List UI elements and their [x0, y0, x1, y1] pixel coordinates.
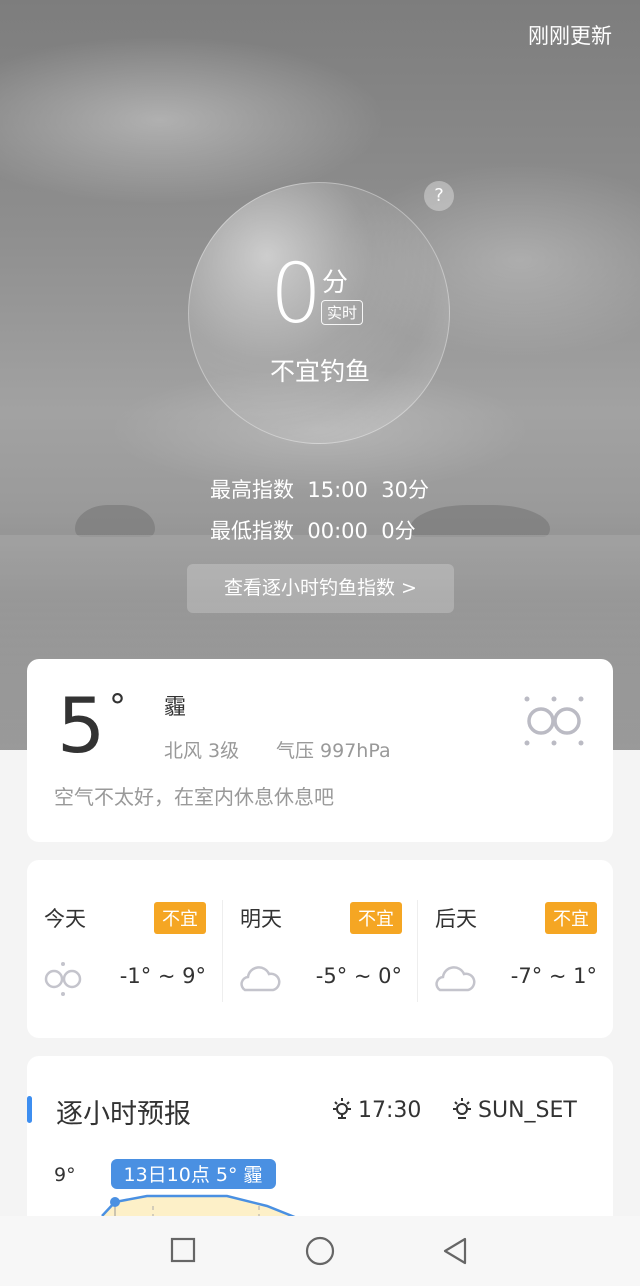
current-temperature: 5	[57, 681, 106, 770]
section-accent	[27, 1096, 32, 1123]
temperature-range: -7° ~ 1°	[510, 964, 597, 988]
score-unit: 分	[322, 268, 349, 298]
fishing-badge: 不宜	[154, 902, 206, 934]
cloud-icon	[240, 966, 281, 992]
system-navigation-bar	[0, 1216, 640, 1286]
cloud-icon	[435, 966, 476, 992]
min-index-time: 00:00	[307, 519, 368, 543]
temperature-range: -5° ~ 0°	[315, 964, 402, 988]
realtime-badge: 实时	[321, 300, 364, 325]
sunset-icon	[453, 1098, 471, 1119]
min-index-label: 最低指数	[210, 519, 294, 543]
weather-advice: 空气不太好，在室内休息休息吧	[54, 785, 334, 809]
island-right	[410, 505, 550, 537]
temperature-range: -1° ~ 9°	[119, 964, 206, 988]
y-axis-label: 9°	[54, 1164, 76, 1186]
sunrise-icon	[333, 1098, 351, 1119]
update-status: 刚刚更新	[528, 24, 612, 48]
recents-icon[interactable]	[170, 1236, 196, 1264]
forecast-day-today[interactable]: 今天 不宜 -1° ~ 9°	[27, 860, 222, 1038]
home-icon[interactable]	[304, 1236, 336, 1268]
back-icon[interactable]	[441, 1236, 469, 1266]
fishing-badge: 不宜	[545, 902, 597, 934]
wind-info: 北风 3级	[164, 740, 240, 762]
fishing-verdict: 不宜钓鱼	[269, 357, 370, 386]
max-index-label: 最高指数	[210, 478, 294, 502]
current-point	[110, 1197, 120, 1207]
haze-icon	[524, 696, 584, 746]
hero-background: 刚刚更新 ? 0 分 实时 不宜钓鱼 最高指数 15:00 30分 最低指数 0…	[0, 0, 640, 750]
hourly-title: 逐小时预报	[56, 1099, 191, 1130]
day-name: 今天	[44, 907, 86, 931]
fishing-badge: 不宜	[350, 902, 402, 934]
hourly-index-button[interactable]: 查看逐小时钓鱼指数 >	[187, 564, 454, 613]
help-icon[interactable]: ?	[424, 181, 454, 211]
sunset-time: SUN_SET	[478, 1098, 577, 1123]
fishing-score: 0	[270, 247, 323, 342]
sunset-info: SUN_SET	[450, 1096, 577, 1123]
weather-condition: 霾	[164, 695, 187, 720]
max-index-row: 最高指数 15:00 30分	[210, 474, 429, 504]
min-index-row: 最低指数 00:00 0分	[210, 515, 416, 545]
sunrise-time: 17:30	[358, 1098, 422, 1123]
island-left	[75, 505, 155, 537]
day-name: 后天	[435, 907, 477, 931]
forecast-day-tomorrow[interactable]: 明天 不宜 -5° ~ 0°	[223, 860, 418, 1038]
pressure-info: 气压 997hPa	[276, 740, 391, 762]
max-index-value: 30分	[381, 478, 429, 502]
forecast-day-after[interactable]: 后天 不宜 -7° ~ 1°	[418, 860, 613, 1038]
haze-icon	[44, 962, 82, 996]
day-name: 明天	[240, 907, 282, 931]
degree-symbol: °	[109, 687, 126, 727]
current-weather-card: 5 ° 霾 北风 3级 气压 997hPa 空气不太好，在室内休息休息吧	[27, 659, 613, 842]
sunrise-info: 17:30	[330, 1096, 421, 1123]
forecast-card: 今天 不宜 -1° ~ 9° 明天 不宜 -5° ~ 0° 后天 不宜 -7° …	[27, 860, 613, 1038]
min-index-value: 0分	[381, 519, 416, 543]
tooltip-text: 13日10点 5° 霾	[123, 1164, 262, 1186]
max-index-time: 15:00	[307, 478, 368, 502]
